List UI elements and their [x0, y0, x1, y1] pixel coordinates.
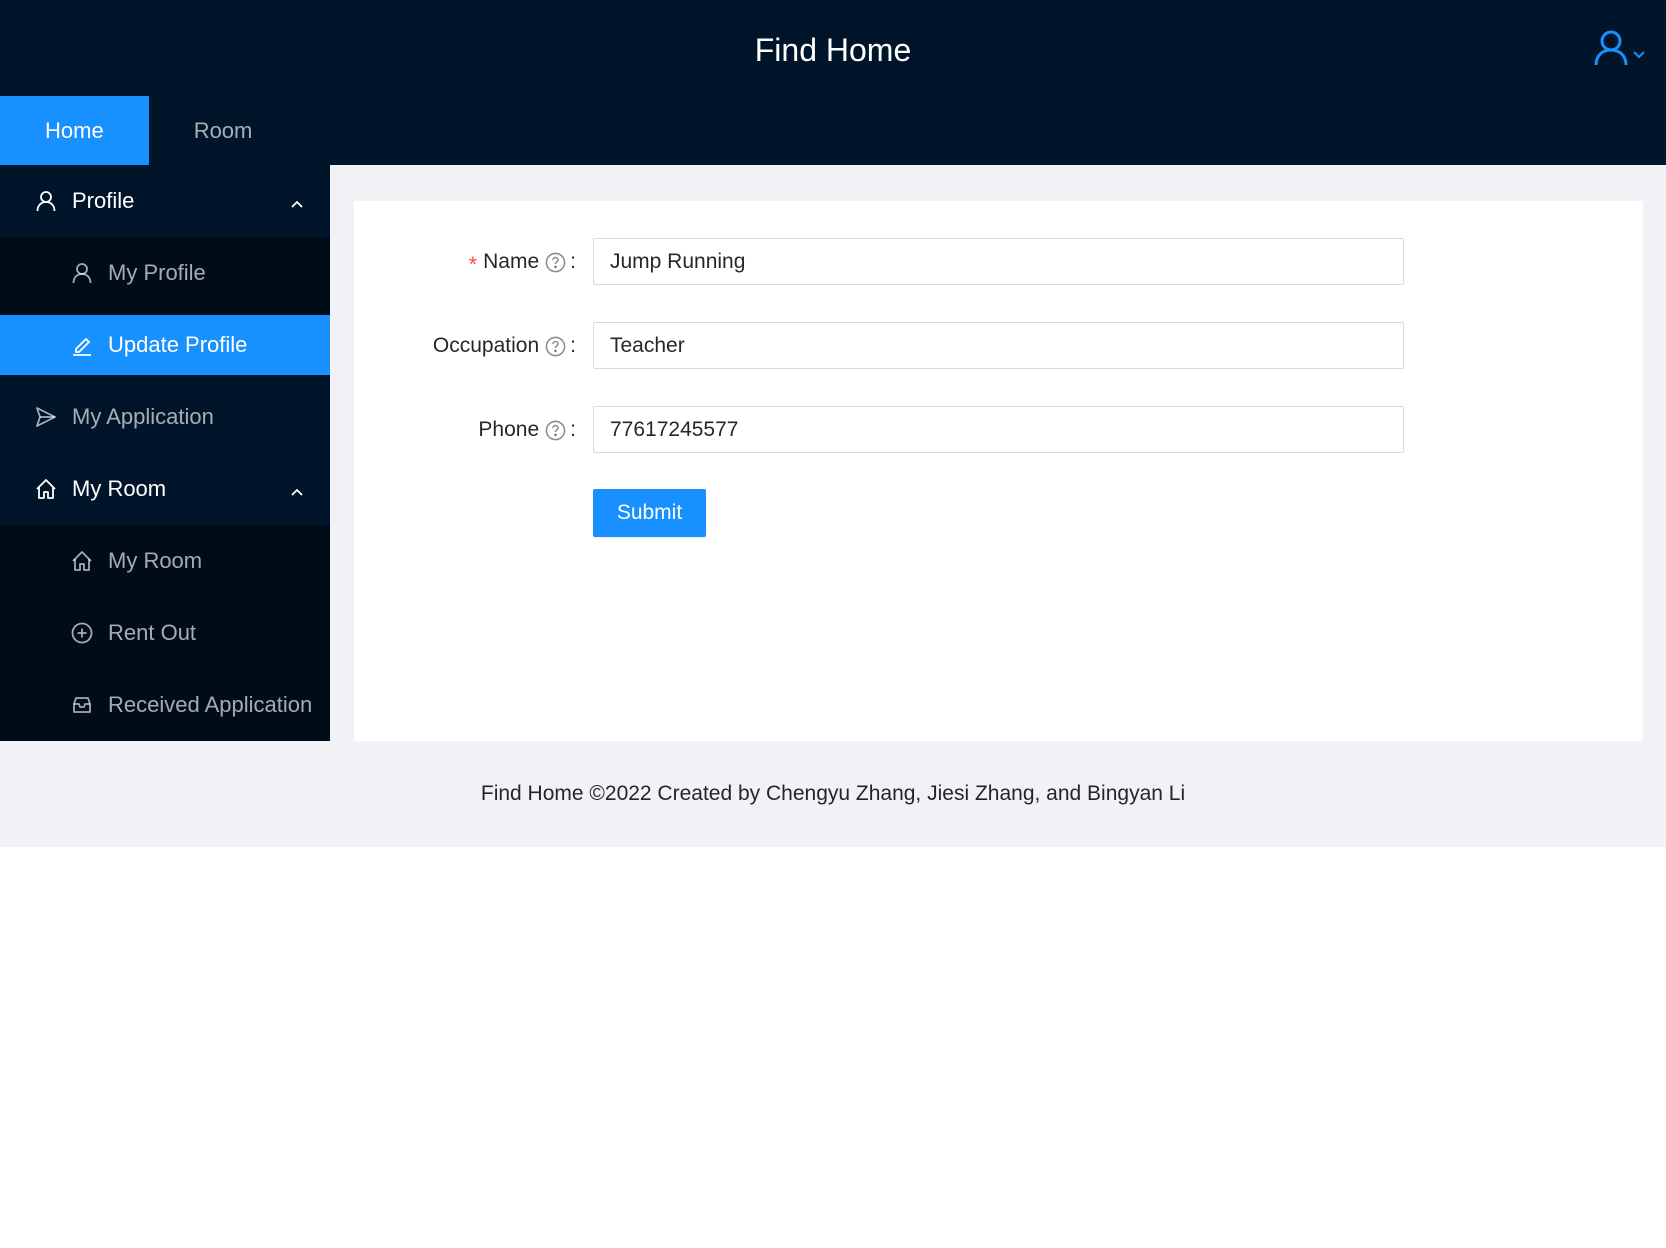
question-circle-icon[interactable]	[545, 420, 566, 441]
submenu-my-room: My Room Rent Out Received Application	[0, 525, 330, 741]
top-nav: Home Room	[0, 96, 297, 165]
update-profile-form: * Name : Occupation	[354, 201, 1643, 741]
label-colon: :	[570, 334, 576, 357]
edit-icon	[70, 333, 94, 357]
sidebar-item-label: My Application	[72, 404, 214, 429]
field-label: Name	[483, 250, 540, 273]
label-colon: :	[570, 250, 576, 273]
send-icon	[34, 405, 58, 429]
field-label: Phone	[478, 418, 540, 441]
tab-home[interactable]: Home	[0, 96, 149, 165]
sidebar-group-my-room[interactable]: My Room	[0, 453, 330, 525]
sidebar-item-label: Received Application	[108, 692, 313, 717]
sidebar-item-label: My Profile	[108, 260, 206, 285]
home-icon	[70, 549, 94, 573]
inbox-icon	[70, 693, 94, 717]
sidebar-group-profile[interactable]: Profile	[0, 165, 330, 237]
chevron-down-icon[interactable]	[1632, 47, 1646, 65]
occupation-input[interactable]	[593, 322, 1404, 369]
user-icon	[70, 261, 94, 285]
form-row-phone: Phone :	[354, 406, 1643, 454]
name-input[interactable]	[593, 238, 1404, 285]
question-circle-icon[interactable]	[545, 336, 566, 357]
user-icon[interactable]	[1594, 30, 1628, 71]
chevron-up-icon	[290, 189, 304, 215]
sidebar: Profile My Profile Update Profile My App…	[0, 165, 330, 741]
form-row-name: * Name :	[354, 238, 1643, 286]
form-row-occupation: Occupation :	[354, 322, 1643, 370]
sidebar-item-update-profile[interactable]: Update Profile	[0, 315, 330, 375]
chevron-up-icon	[290, 477, 304, 503]
submit-button[interactable]: Submit	[593, 489, 706, 537]
sidebar-item-received-application[interactable]: Received Application	[0, 669, 330, 741]
footer: Find Home ©2022 Created by Chengyu Zhang…	[480, 782, 1186, 805]
home-icon	[34, 477, 58, 501]
sidebar-item-my-application[interactable]: My Application	[0, 381, 330, 453]
sidebar-group-label: My Room	[72, 476, 167, 501]
phone-input[interactable]	[593, 406, 1404, 453]
app-layout: Find Home Home Room Profile My Profile U…	[0, 0, 1666, 847]
required-mark: *	[468, 252, 478, 277]
sidebar-group-label: Profile	[72, 188, 135, 213]
plus-circle-icon	[70, 621, 94, 645]
sidebar-item-label: My Room	[108, 548, 203, 573]
phone-label: Phone :	[478, 406, 576, 454]
label-colon: :	[570, 418, 576, 441]
tab-room[interactable]: Room	[149, 96, 298, 165]
sidebar-item-label: Update Profile	[108, 332, 248, 357]
sidebar-item-my-room[interactable]: My Room	[0, 525, 330, 597]
sidebar-item-my-profile[interactable]: My Profile	[0, 237, 330, 309]
question-circle-icon[interactable]	[545, 252, 566, 273]
sidebar-item-rent-out[interactable]: Rent Out	[0, 597, 330, 669]
user-menu[interactable]	[1594, 30, 1646, 71]
occupation-label: Occupation :	[433, 322, 576, 370]
sidebar-item-label: Rent Out	[108, 620, 197, 645]
user-icon	[34, 189, 58, 213]
submenu-profile: My Profile Update Profile	[0, 237, 330, 375]
app-title: Find Home	[754, 32, 912, 68]
field-label: Occupation	[432, 334, 540, 357]
name-label: * Name :	[469, 238, 576, 286]
header: Find Home Home Room	[0, 0, 1666, 165]
